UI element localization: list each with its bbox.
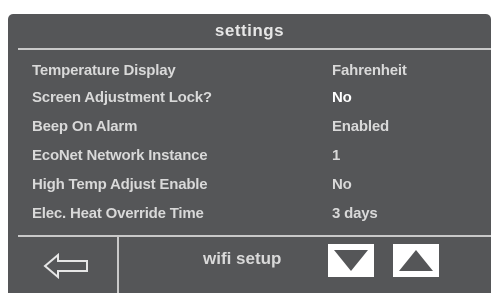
settings-panel: settings Temperature Display Fahrenheit … (8, 14, 491, 293)
setting-row-screen-adjustment-lock[interactable]: Screen Adjustment Lock? No (8, 89, 491, 115)
scroll-down-button[interactable] (328, 244, 374, 277)
setting-label: High Temp Adjust Enable (32, 176, 208, 193)
back-button[interactable] (28, 245, 110, 285)
setting-value: Fahrenheit (332, 62, 407, 79)
setting-row-temperature-display[interactable]: Temperature Display Fahrenheit (8, 62, 491, 88)
setting-row-high-temp-adjust-enable[interactable]: High Temp Adjust Enable No (8, 176, 491, 202)
setting-label: Beep On Alarm (32, 118, 138, 135)
setting-row-beep-on-alarm[interactable]: Beep On Alarm Enabled (8, 118, 491, 144)
footer-bar: wifi setup (8, 237, 491, 293)
setting-row-econet-network-instance[interactable]: EcoNet Network Instance 1 (8, 147, 491, 173)
setting-label: Temperature Display (32, 62, 176, 79)
setting-value: Enabled (332, 118, 389, 135)
triangle-down-icon (334, 250, 368, 271)
wifi-setup-button[interactable]: wifi setup (168, 247, 318, 271)
footer-vertical-divider (117, 237, 119, 293)
setting-value: 1 (332, 147, 341, 164)
page-title: settings (214, 21, 285, 40)
triangle-up-icon (399, 250, 433, 271)
scroll-up-button[interactable] (393, 244, 439, 277)
setting-row-elec-heat-override-time[interactable]: Elec. Heat Override Time 3 days (8, 205, 491, 231)
left-arrow-icon (43, 253, 88, 279)
header-divider (18, 48, 491, 50)
setting-value: 3 days (332, 205, 378, 222)
setting-value: No (332, 89, 352, 106)
setting-label: Screen Adjustment Lock? (32, 89, 212, 106)
setting-label: Elec. Heat Override Time (32, 205, 204, 222)
setting-label: EcoNet Network Instance (32, 147, 208, 164)
setting-value: No (332, 176, 352, 193)
